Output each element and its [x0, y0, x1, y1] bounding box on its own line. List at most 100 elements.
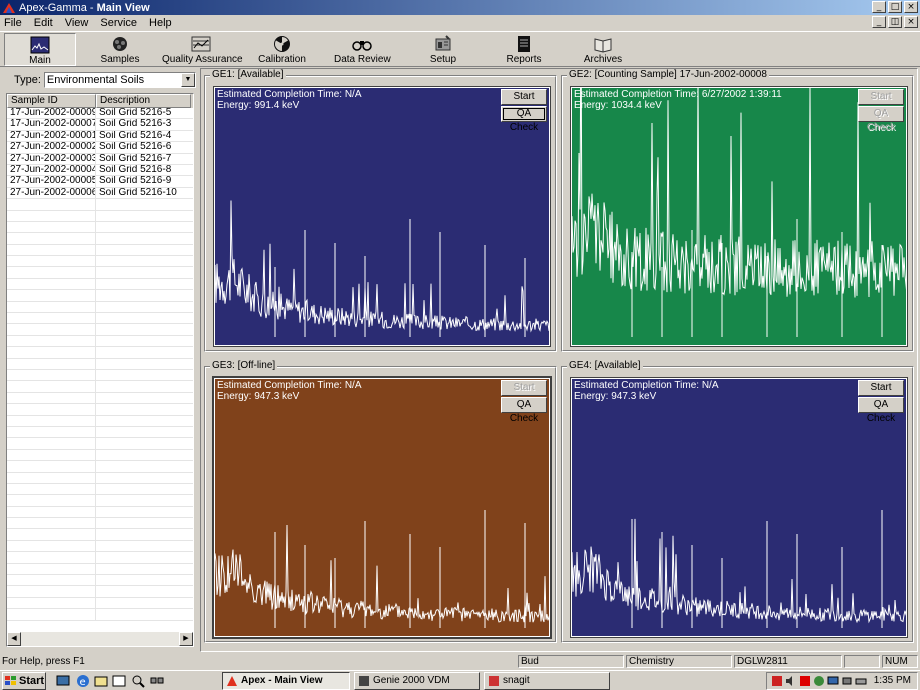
table-row[interactable] [7, 506, 193, 519]
qa-check-button[interactable]: QA Check [501, 397, 547, 424]
toolbar-archives-button[interactable]: Archives [580, 33, 626, 66]
table-row[interactable] [7, 301, 193, 314]
table-row[interactable] [7, 381, 193, 393]
menu-help[interactable]: Help [149, 17, 172, 29]
table-row[interactable]: 17-Jun-2002-00007 Soil Grid 5216-3 [7, 119, 193, 131]
toolbar-data-review-button[interactable]: Data Review [334, 33, 391, 66]
show-desktop-icon[interactable] [56, 674, 70, 688]
table-row[interactable] [7, 313, 193, 325]
volume-icon[interactable] [785, 675, 797, 687]
table-row[interactable] [7, 586, 193, 598]
spectrum-display[interactable]: Estimated Completion Time: 6/27/2002 1:3… [570, 86, 908, 347]
network-status-icon[interactable] [841, 675, 853, 687]
start-button[interactable]: Start [501, 89, 547, 105]
table-row[interactable]: 27-Jun-2002-00006 Soil Grid 5216-10 [7, 187, 193, 200]
table-row[interactable] [7, 199, 193, 211]
scroll-left-icon[interactable]: ◀ [7, 632, 21, 646]
mdi-restore-button[interactable]: ◫ [888, 16, 902, 28]
close-button[interactable]: × [904, 1, 918, 13]
table-row[interactable] [7, 324, 193, 336]
table-row[interactable]: 27-Jun-2002-00004 Soil Grid 5216-8 [7, 164, 193, 177]
menu-edit[interactable]: Edit [34, 17, 53, 29]
column-header-description[interactable]: Description [96, 94, 191, 108]
start-button[interactable]: Start [858, 380, 904, 396]
maximize-button[interactable]: □ [888, 1, 902, 13]
chevron-down-icon[interactable]: ▼ [180, 73, 195, 87]
table-row[interactable] [7, 461, 193, 473]
table-row[interactable] [7, 472, 193, 484]
table-row[interactable] [7, 518, 193, 530]
table-row[interactable] [7, 529, 193, 541]
table-row[interactable] [7, 290, 193, 302]
table-row[interactable] [7, 495, 193, 507]
table-row[interactable] [7, 278, 193, 291]
table-row[interactable] [7, 267, 193, 279]
menu-file[interactable]: File [4, 17, 22, 29]
task-apex-main-view[interactable]: Apex - Main View [222, 672, 350, 690]
table-row[interactable] [7, 609, 193, 621]
toolbar-calibration-button[interactable]: Calibration [256, 33, 308, 66]
mdi-minimize-button[interactable]: _ [872, 16, 886, 28]
explorer-icon[interactable] [112, 674, 126, 688]
horizontal-scrollbar[interactable]: ◀ ▶ [7, 632, 193, 646]
table-row[interactable] [7, 404, 193, 416]
table-row[interactable]: 27-Jun-2002-00003 Soil Grid 5216-7 [7, 153, 193, 165]
printer-icon[interactable] [855, 675, 867, 687]
qa-check-button[interactable]: QA Check [858, 106, 904, 133]
security-icon[interactable] [771, 675, 783, 687]
table-row[interactable] [7, 233, 193, 245]
table-row[interactable] [7, 369, 193, 382]
spectrum-display[interactable]: Estimated Completion Time: N/A Energy: 9… [213, 86, 551, 347]
task-snagit[interactable]: snagit [484, 672, 610, 690]
table-row[interactable] [7, 210, 193, 222]
table-row[interactable]: 27-Jun-2002-00002 Soil Grid 5216-6 [7, 142, 193, 154]
menu-service[interactable]: Service [100, 17, 137, 29]
table-row[interactable] [7, 575, 193, 587]
table-row[interactable] [7, 256, 193, 268]
column-header-sample-id[interactable]: Sample ID [7, 94, 96, 108]
menu-view[interactable]: View [65, 17, 89, 29]
network-icon[interactable] [150, 674, 164, 688]
toolbar-main-button[interactable]: Main [4, 33, 76, 66]
start-button[interactable]: Start [858, 89, 904, 105]
table-row[interactable] [7, 563, 193, 576]
start-button-taskbar[interactable]: Start [2, 672, 46, 690]
toolbar-setup-button[interactable]: Setup [426, 33, 460, 66]
start-button[interactable]: Start [501, 380, 547, 396]
table-row[interactable] [7, 438, 193, 450]
outlook-icon[interactable] [94, 674, 108, 688]
sample-table[interactable]: Sample ID Description 17-Jun-2002-00009 S… [6, 93, 194, 647]
table-row[interactable] [7, 540, 193, 553]
table-row[interactable] [7, 415, 193, 427]
internet-explorer-icon[interactable]: e [76, 674, 90, 688]
toolbar-reports-button[interactable]: Reports [504, 33, 544, 66]
toolbar-quality-assurance-button[interactable]: Quality Assurance [162, 33, 243, 66]
table-row[interactable] [7, 392, 193, 405]
toolbar-samples-button[interactable]: Samples [92, 33, 148, 66]
table-row[interactable]: 17-Jun-2002-00009 Soil Grid 5216-5 [7, 108, 193, 120]
table-row[interactable] [7, 597, 193, 610]
search-icon[interactable] [131, 674, 145, 688]
table-row[interactable]: 27-Jun-2002-00005 Soil Grid 5216-9 [7, 176, 193, 188]
acrobat-icon[interactable] [799, 675, 811, 687]
type-dropdown[interactable]: Environmental Soils ▼ [43, 72, 196, 88]
mdi-close-button[interactable]: × [904, 16, 918, 28]
table-row[interactable] [7, 335, 193, 348]
table-row[interactable] [7, 552, 193, 564]
display-icon[interactable] [827, 675, 839, 687]
spectrum-display[interactable]: Estimated Completion Time: N/A Energy: 9… [570, 377, 908, 638]
table-row[interactable] [7, 426, 193, 439]
table-row[interactable] [7, 347, 193, 359]
table-row[interactable] [7, 244, 193, 257]
task-genie-2000-vdm[interactable]: Genie 2000 VDM [354, 672, 480, 690]
scroll-right-icon[interactable]: ▶ [179, 632, 193, 646]
qa-check-button[interactable]: QA Check [501, 106, 547, 133]
table-row[interactable] [7, 358, 193, 370]
minimize-button[interactable]: _ [872, 1, 886, 13]
spectrum-display[interactable]: Estimated Completion Time: N/A Energy: 9… [212, 376, 552, 639]
table-row[interactable] [7, 449, 193, 462]
table-row[interactable] [7, 483, 193, 496]
table-row[interactable] [7, 221, 193, 234]
table-row[interactable]: 27-Jun-2002-00001 Soil Grid 5216-4 [7, 130, 193, 143]
sync-icon[interactable] [813, 675, 825, 687]
